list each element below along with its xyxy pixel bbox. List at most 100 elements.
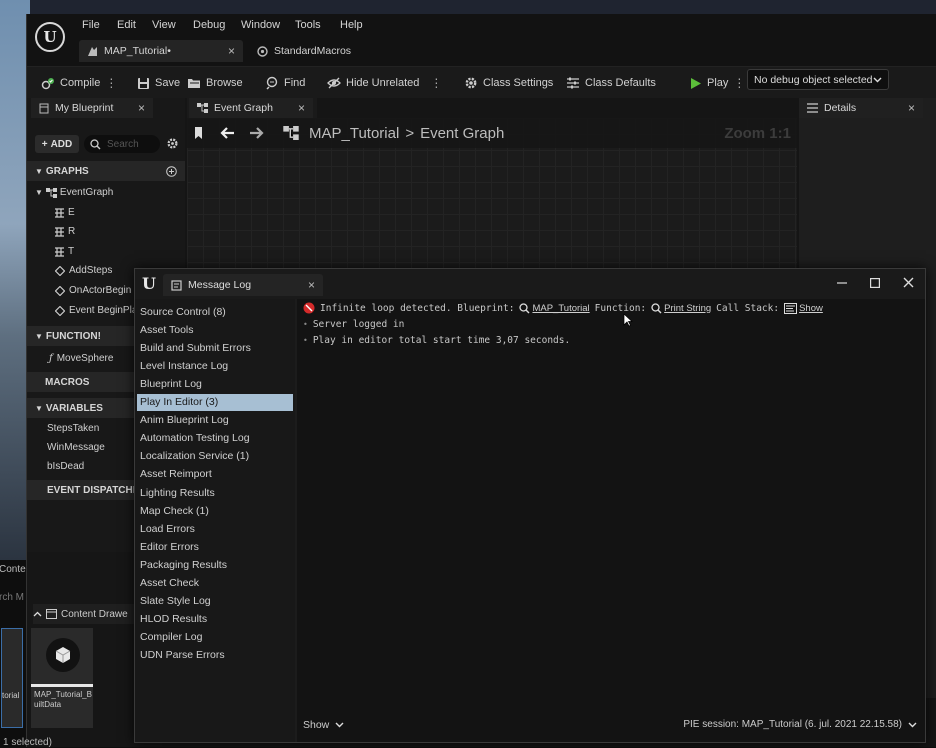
chevron-up-icon — [33, 611, 42, 617]
browse-label: Browse — [206, 77, 243, 89]
play-button[interactable]: Play ⋮ — [688, 73, 745, 93]
log-category-item[interactable]: Asset Check — [137, 575, 293, 592]
log-category-item[interactable]: Play In Editor (3) — [137, 393, 293, 411]
class-defaults-button[interactable]: Class Defaults — [566, 73, 656, 93]
minimize-icon[interactable] — [837, 275, 847, 289]
play-options-icon[interactable]: ⋮ — [733, 76, 745, 90]
log-category-item[interactable]: Localization Service (1) — [137, 448, 293, 465]
log-category-item[interactable]: Editor Errors — [137, 538, 293, 555]
blueprint-link[interactable]: MAP_Tutorial — [519, 302, 590, 314]
back-arrow-icon[interactable] — [219, 126, 235, 140]
error-text: Infinite loop detected. Blueprint: — [320, 302, 515, 314]
browse-button[interactable]: Browse — [187, 73, 243, 93]
event-graph-label: EventGraph — [59, 187, 114, 198]
menu-file[interactable]: File — [82, 19, 100, 31]
tab-event-graph[interactable]: Event Graph × — [189, 98, 313, 118]
menu-debug[interactable]: Debug — [193, 19, 225, 31]
breadcrumb-leaf: Event Graph — [420, 124, 505, 142]
graph-item-t[interactable]: T — [27, 242, 185, 261]
close-icon[interactable]: × — [308, 278, 315, 292]
message-log-title-bar[interactable]: U Message Log × — [135, 269, 925, 299]
log-category-item[interactable]: Build and Submit Errors — [137, 339, 293, 356]
add-button[interactable]: + ADD — [35, 135, 79, 153]
log-category-item[interactable]: Source Control (8) — [137, 303, 293, 320]
log-category-item[interactable]: Blueprint Log — [137, 375, 293, 392]
window-close-icon[interactable] — [903, 275, 914, 289]
blueprint-link-label: MAP_Tutorial — [532, 302, 590, 314]
asset-tile-label: torial — [2, 691, 20, 700]
more-options-icon[interactable]: ⋮ — [430, 76, 442, 90]
content-search-partial[interactable]: rch M — [0, 592, 24, 603]
tree-item-event-graph[interactable]: ▼ EventGraph — [27, 183, 185, 202]
log-category-item[interactable]: Automation Testing Log — [137, 430, 293, 447]
show-link-label: Show — [799, 302, 823, 314]
debug-select-value: No debug object selected — [754, 73, 873, 86]
find-button[interactable]: Find — [265, 73, 305, 93]
show-call-stack-link[interactable]: Show — [784, 302, 823, 314]
tab-label: StandardMacros — [274, 45, 352, 57]
menu-edit[interactable]: Edit — [117, 19, 136, 31]
log-category-item[interactable]: UDN Parse Errors — [137, 647, 293, 664]
forward-arrow-icon[interactable] — [249, 126, 265, 140]
chevron-down-icon — [908, 722, 917, 728]
graph-item-r[interactable]: R — [27, 222, 185, 241]
tab-message-log[interactable]: Message Log × — [163, 274, 323, 296]
log-category-item[interactable]: Packaging Results — [137, 556, 293, 573]
close-icon[interactable]: × — [908, 101, 915, 115]
log-category-item[interactable]: Level Instance Log — [137, 357, 293, 374]
bullet-icon: • — [303, 320, 308, 329]
log-category-item[interactable]: HLOD Results — [137, 611, 293, 628]
asset-tile-map[interactable]: torial — [1, 628, 23, 728]
log-category-item[interactable]: Asset Reimport — [137, 466, 293, 483]
menu-help[interactable]: Help — [340, 19, 363, 31]
save-button[interactable]: Save — [136, 73, 180, 93]
tab-my-blueprint[interactable]: My Blueprint × — [31, 98, 153, 118]
bookmark-icon[interactable] — [193, 126, 205, 140]
menu-window[interactable]: Window — [241, 19, 280, 31]
log-category-item[interactable]: Anim Blueprint Log — [137, 412, 293, 429]
selection-status: 1 selected) — [3, 737, 52, 748]
maximize-icon[interactable] — [870, 275, 880, 289]
menu-tools[interactable]: Tools — [295, 19, 321, 31]
chevron-down-icon: ▼ — [35, 331, 43, 341]
log-category-item[interactable]: Slate Style Log — [137, 593, 293, 610]
close-icon[interactable]: × — [228, 44, 235, 58]
blueprint-panel-icon — [39, 103, 49, 114]
event-diamond-icon — [55, 305, 65, 316]
asset-tile-builtdata[interactable]: MAP_Tutorial_BuiltData — [31, 628, 93, 728]
log-category-item[interactable]: Map Check (1) — [137, 502, 293, 519]
unreal-logo-icon[interactable]: U — [35, 22, 65, 52]
class-settings-button[interactable]: Class Settings — [464, 73, 553, 93]
log-category-item[interactable]: Compiler Log — [137, 629, 293, 646]
macro-library-icon — [257, 45, 268, 57]
tab-details[interactable]: Details × — [799, 98, 923, 118]
session-select[interactable]: PIE session: MAP_Tutorial (6. jul. 2021 … — [683, 719, 917, 730]
settings-gear-icon[interactable] — [166, 137, 179, 150]
breadcrumb-root[interactable]: MAP_Tutorial — [309, 125, 399, 142]
play-icon — [688, 76, 702, 90]
keyboard-event-icon — [55, 207, 64, 218]
compile-label: Compile — [60, 77, 101, 89]
call-stack-label: Call Stack: — [716, 302, 780, 314]
close-icon[interactable]: × — [298, 101, 305, 115]
close-icon[interactable]: × — [138, 101, 145, 115]
tab-standard-macros[interactable]: StandardMacros — [249, 40, 369, 62]
tab-map-tutorial[interactable]: MAP_Tutorial• × — [79, 40, 243, 62]
search-icon — [651, 302, 662, 313]
graphs-section[interactable]: ▼ GRAPHS — [27, 161, 185, 181]
chevron-down-icon: ▼ — [35, 166, 43, 176]
content-tab-partial[interactable]: Conte — [0, 564, 26, 575]
log-category-item[interactable]: Asset Tools — [137, 321, 293, 338]
show-filter-dropdown[interactable]: Show — [303, 719, 344, 731]
hide-unrelated-button[interactable]: Hide Unrelated ⋮ — [327, 73, 442, 93]
compile-button[interactable]: Compile ⋮ — [41, 73, 117, 93]
menu-view[interactable]: View — [152, 19, 176, 31]
debug-object-select[interactable]: No debug object selected — [747, 69, 889, 90]
function-link[interactable]: Print String — [651, 303, 711, 314]
search-input[interactable]: Search — [84, 135, 160, 153]
graph-item-e[interactable]: E — [27, 203, 185, 222]
log-category-item[interactable]: Load Errors — [137, 520, 293, 537]
add-graph-icon[interactable] — [166, 165, 177, 177]
compile-options-icon[interactable]: ⋮ — [105, 76, 117, 90]
log-category-item[interactable]: Lighting Results — [137, 484, 293, 501]
